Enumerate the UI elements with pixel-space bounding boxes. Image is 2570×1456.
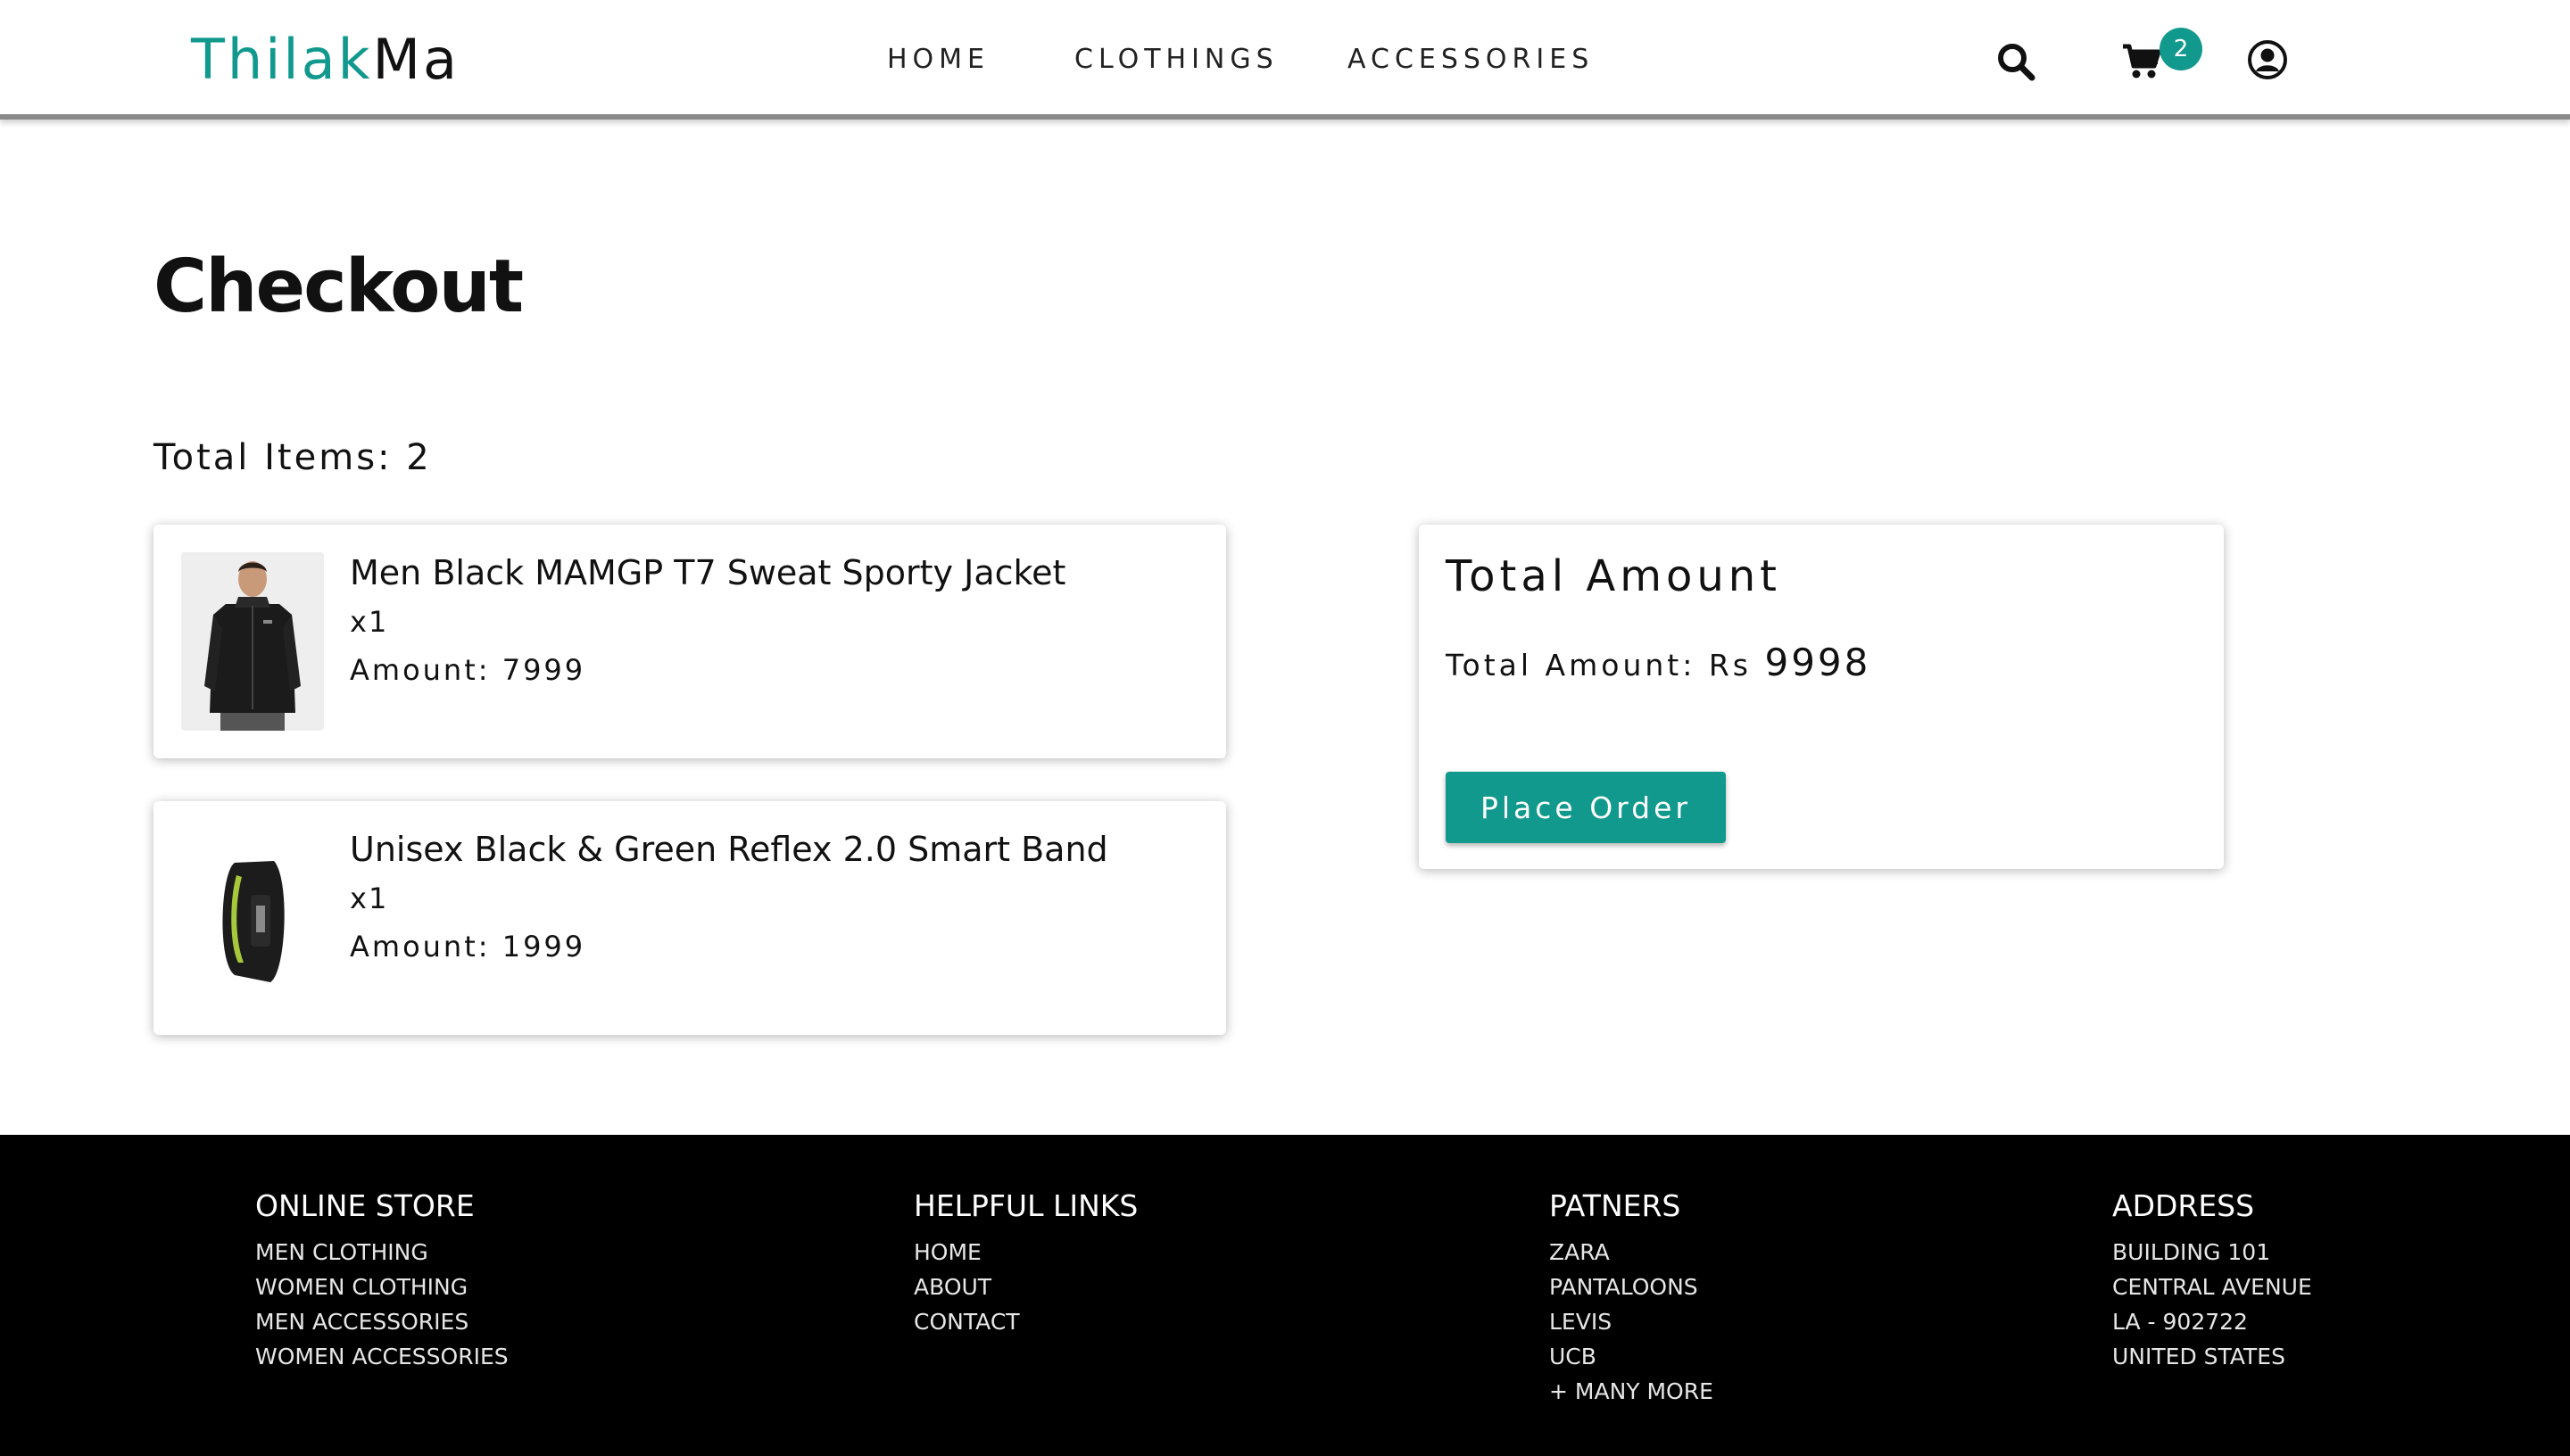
- search-icon[interactable]: [1995, 41, 2036, 82]
- footer-link-men-clothing[interactable]: MEN CLOTHING: [255, 1235, 509, 1270]
- item-quantity: x1: [350, 605, 389, 639]
- footer-heading: PATNERS: [1549, 1188, 1681, 1223]
- total-items-count: Total Items: 2: [153, 437, 432, 478]
- jacket-image: [181, 552, 324, 731]
- total-amount-line: Total Amount: Rs 9998: [1446, 641, 1870, 688]
- footer-link-home[interactable]: HOME: [914, 1235, 1138, 1270]
- nav-accessories-link[interactable]: ACCESSORIES: [1347, 43, 1594, 77]
- footer-link-contact[interactable]: CONTACT: [914, 1304, 1138, 1339]
- total-amount-value: 9998: [1764, 641, 1871, 684]
- footer-heading: ADDRESS: [2112, 1188, 2255, 1223]
- footer-partners: PATNERS ZARA PANTALOONS LEVIS UCB + MANY…: [1549, 1187, 1713, 1409]
- user-circle-icon[interactable]: [2247, 39, 2288, 80]
- item-amount: Amount: 7999: [350, 653, 586, 687]
- total-amount-label: Total Amount: Rs: [1446, 648, 1765, 682]
- brand-logo-part1: Thilak: [191, 27, 373, 92]
- address-line: LA - 902722: [2112, 1309, 2248, 1335]
- smart-band-image: [181, 829, 324, 1007]
- footer-address: ADDRESS BUILDING 101 CENTRAL AVENUE LA -…: [2112, 1187, 2312, 1374]
- place-order-button[interactable]: Place Order: [1446, 772, 1726, 843]
- footer-link-about[interactable]: ABOUT: [914, 1270, 1138, 1304]
- footer-link-zara[interactable]: ZARA: [1549, 1235, 1713, 1270]
- address-line: UNITED STATES: [2112, 1344, 2285, 1369]
- page-title: Checkout: [153, 244, 524, 329]
- address-line: BUILDING 101: [2112, 1239, 2271, 1265]
- brand-logo-part2: Ma: [372, 27, 460, 92]
- footer-link-many-more[interactable]: + MANY MORE: [1549, 1374, 1713, 1409]
- footer-heading: ONLINE STORE: [255, 1188, 475, 1223]
- cart-item-card: Men Black MAMGP T7 Sweat Sporty Jacket x…: [153, 525, 1226, 758]
- address-line: CENTRAL AVENUE: [2112, 1274, 2312, 1300]
- nav-home-link[interactable]: HOME: [887, 43, 990, 77]
- footer-link-levis[interactable]: LEVIS: [1549, 1304, 1713, 1339]
- item-quantity: x1: [350, 881, 389, 915]
- item-name: Men Black MAMGP T7 Sweat Sporty Jacket: [350, 553, 1066, 592]
- footer-link-women-accessories[interactable]: WOMEN ACCESSORIES: [255, 1339, 509, 1374]
- footer-link-men-accessories[interactable]: MEN ACCESSORIES: [255, 1304, 509, 1339]
- nav-clothings-link[interactable]: CLOTHINGS: [1074, 43, 1279, 77]
- site-footer: ONLINE STORE MEN CLOTHING WOMEN CLOTHING…: [0, 1135, 2570, 1456]
- footer-online-store: ONLINE STORE MEN CLOTHING WOMEN CLOTHING…: [255, 1187, 509, 1374]
- footer-helpful-links: HELPFUL LINKS HOME ABOUT CONTACT: [914, 1187, 1138, 1339]
- footer-link-women-clothing[interactable]: WOMEN CLOTHING: [255, 1270, 509, 1304]
- cart-icon[interactable]: [2122, 43, 2161, 80]
- footer-link-ucb[interactable]: UCB: [1549, 1339, 1713, 1374]
- order-summary-card: Total Amount Total Amount: Rs 9998 Place…: [1419, 525, 2224, 869]
- item-amount: Amount: 1999: [350, 930, 586, 964]
- item-name: Unisex Black & Green Reflex 2.0 Smart Ba…: [350, 830, 1108, 869]
- top-navbar: ThilakMa HOME CLOTHINGS ACCESSORIES 2: [0, 0, 2570, 120]
- footer-heading: HELPFUL LINKS: [914, 1188, 1139, 1223]
- cart-item-card: Unisex Black & Green Reflex 2.0 Smart Ba…: [153, 801, 1226, 1035]
- cart-count-badge: 2: [2160, 28, 2202, 70]
- brand-logo[interactable]: ThilakMa: [191, 27, 460, 93]
- summary-title: Total Amount: [1446, 551, 1781, 601]
- footer-link-pantaloons[interactable]: PANTALOONS: [1549, 1270, 1713, 1304]
